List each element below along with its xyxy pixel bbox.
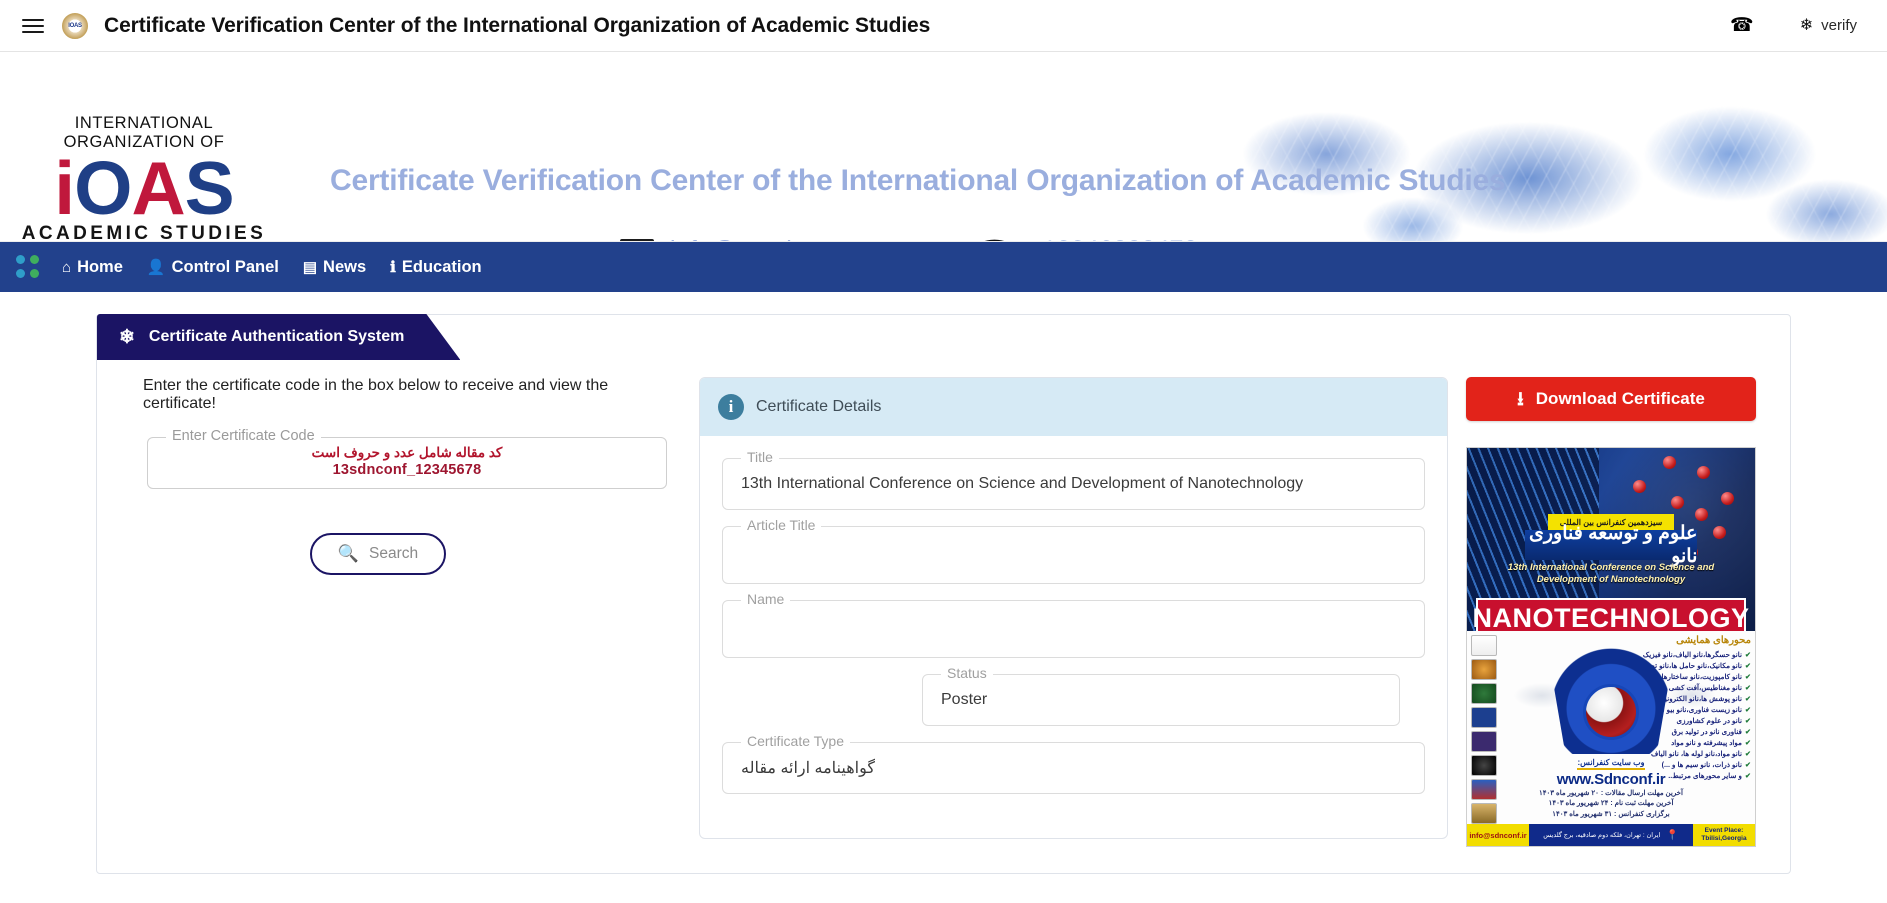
- card-tab-header: ❄ Certificate Authentication System: [97, 314, 460, 360]
- poster-blue-line: علوم و توسعه فناوری نانو: [1524, 523, 1698, 567]
- page-title: Certificate Verification Center of the I…: [104, 13, 931, 37]
- poster-deadline-papers: آخرین مهلت ارسال مقالات : ۲۰ شهریور ماه …: [1539, 789, 1683, 797]
- hamburger-icon[interactable]: [22, 15, 44, 37]
- verify-button[interactable]: ❄ verify: [1800, 17, 1857, 34]
- logo-letter-a: A: [131, 146, 185, 230]
- instruction-text: Enter the certificate code in the box be…: [143, 377, 609, 412]
- seal-icon: ❄: [1799, 16, 1814, 34]
- poster-website: وب سایت کنفرانس: www.Sdnconf.ir: [1467, 752, 1755, 788]
- poster-website-url: www.Sdnconf.ir: [1556, 771, 1666, 788]
- phone-value: +12246333470: [1028, 236, 1198, 241]
- nav-item-home[interactable]: ⌂ Home: [62, 258, 123, 277]
- poster-nanoball-graphic: [1583, 684, 1639, 740]
- search-button[interactable]: 🔍 Search: [310, 533, 446, 575]
- field-status[interactable]: Status Poster: [922, 665, 1400, 726]
- page-container: ❄ Certificate Authentication System Ente…: [0, 292, 1887, 874]
- field-title[interactable]: Title 13th International Conference on S…: [722, 449, 1425, 510]
- poster-footer-email: info@sdnconf.ir: [1467, 824, 1529, 846]
- nav-label-education: Education: [401, 257, 482, 276]
- nav-label-home: Home: [77, 257, 123, 276]
- info-icon: ℹ: [390, 258, 396, 276]
- nav-label-control-panel: Control Panel: [171, 257, 279, 276]
- verify-label: verify: [1821, 17, 1857, 34]
- ioas-logo: INTERNATIONAL ORGANIZATION OF iOAS ACADE…: [18, 114, 270, 242]
- nav-label-news: News: [323, 257, 367, 276]
- app-logo-icon: IOAS: [62, 12, 88, 39]
- details-panel-header: i Certificate Details: [700, 378, 1447, 436]
- field-name-legend: Name: [741, 591, 791, 607]
- details-panel-title: Certificate Details: [756, 398, 882, 415]
- download-certificate-button[interactable]: ⭳ Download Certificate: [1466, 377, 1756, 421]
- logo-letter-s: S: [184, 146, 235, 230]
- search-button-label: Search: [369, 545, 419, 562]
- logo-letter-o: O: [74, 146, 132, 230]
- phone-button[interactable]: ☎: [1730, 14, 1754, 37]
- sidebar-column: ⭳ Download Certificate سیزدهمین کنفرانس …: [1466, 377, 1766, 847]
- field-status-value: Poster: [941, 691, 988, 708]
- certificate-details-panel: i Certificate Details Title 13th Interna…: [699, 377, 1448, 839]
- top-bar-actions: ☎ ❄ verify: [1730, 14, 1865, 37]
- poster-deadline-registration: آخرین مهلت ثبت نام : ۲۴ شهریور ماه ۱۴۰۳: [1548, 800, 1674, 807]
- field-status-legend: Status: [941, 665, 993, 681]
- search-column: Enter the certificate code in the box be…: [121, 377, 681, 847]
- location-pin-icon: 📍: [1666, 829, 1679, 841]
- nav-item-control-panel[interactable]: 👤 Control Panel: [147, 258, 279, 277]
- certificate-code-input[interactable]: Enter Certificate Code کد مقاله شامل عدد…: [147, 428, 667, 489]
- newspaper-icon: ▤: [302, 258, 318, 276]
- email-contact[interactable]: info@cert.ioas.ac: [620, 236, 867, 241]
- certificate-code-legend: Enter Certificate Code: [166, 428, 321, 444]
- nav-item-education[interactable]: ℹ Education: [390, 258, 481, 277]
- field-certificate-type-legend: Certificate Type: [741, 733, 851, 749]
- envelope-icon: [620, 238, 654, 241]
- logo-acronym: iOAS: [18, 151, 270, 226]
- user-icon: 👤: [146, 258, 166, 276]
- phone-icon: ☎: [1730, 15, 1754, 36]
- field-name[interactable]: Name: [722, 591, 1425, 658]
- top-app-bar: IOAS Certificate Verification Center of …: [0, 0, 1887, 52]
- home-icon: ⌂: [62, 258, 72, 276]
- field-article-title[interactable]: Article Title: [722, 517, 1425, 584]
- poster-footer-address: 📍 ایران : تهران، فلکه دوم صادقیه، برج گل…: [1529, 824, 1693, 846]
- email-value: info@cert.ioas.ac: [670, 236, 867, 241]
- search-icon: 🔍: [337, 544, 360, 563]
- certificate-card: ❄ Certificate Authentication System Ente…: [96, 314, 1791, 874]
- certificate-code-hint: کد مقاله شامل عدد و حروف است: [311, 445, 503, 461]
- logo-bottom-text: ACADEMIC STUDIES: [21, 223, 267, 242]
- field-title-legend: Title: [741, 449, 779, 465]
- field-article-title-legend: Article Title: [741, 517, 822, 533]
- field-certificate-type[interactable]: Certificate Type گواهینامه ارائه مقاله: [722, 733, 1425, 794]
- field-title-value: 13th International Conference on Science…: [741, 475, 1304, 492]
- field-certificate-type-value: گواهینامه ارائه مقاله: [741, 760, 875, 777]
- certificate-seal-icon: ❄: [119, 326, 135, 348]
- nav-item-news[interactable]: ▤ News: [303, 258, 366, 277]
- card-body: Enter the certificate code in the box be…: [97, 315, 1790, 871]
- certificate-code-value: 13sdnconf_12345678: [332, 462, 482, 478]
- card-tab-title: Certificate Authentication System: [148, 328, 405, 345]
- grid-dots-icon[interactable]: [16, 255, 40, 279]
- main-navigation: ⌂ Home 👤 Control Panel ▤ News ℹ Educatio…: [0, 242, 1887, 292]
- logo-letter-i: i: [54, 146, 75, 230]
- site-banner: INTERNATIONAL ORGANIZATION OF iOAS ACADE…: [0, 52, 1887, 242]
- poster-footer-place: Event Place: Tbilisi,Georgia: [1693, 824, 1755, 846]
- banner-title: Certificate Verification Center of the I…: [330, 164, 1506, 197]
- poster-conference-date: برگزاری کنفرانس : ۳۱ شهریور ماه ۱۴۰۳: [1552, 810, 1670, 818]
- phone-icon: ☎: [977, 234, 1012, 241]
- conference-poster-image[interactable]: سیزدهمین کنفرانس بین المللی علوم و توسعه…: [1466, 447, 1756, 847]
- poster-english-line: 13th International Conference on Science…: [1507, 562, 1715, 585]
- download-icon: ⭳: [1517, 388, 1524, 410]
- download-button-label: Download Certificate: [1535, 389, 1705, 408]
- poster-deadlines: آخرین مهلت ارسال مقالات : ۲۰ شهریور ماه …: [1467, 789, 1755, 821]
- details-fields: Title 13th International Conference on S…: [700, 436, 1447, 838]
- poster-website-label: وب سایت کنفرانس:: [1577, 758, 1645, 770]
- poster-footer-bar: info@sdnconf.ir 📍 ایران : تهران، فلکه دو…: [1467, 824, 1755, 846]
- poster-footer-address-text: ایران : تهران، فلکه دوم صادقیه، برج گلدی…: [1543, 832, 1661, 839]
- info-icon: i: [718, 394, 744, 420]
- banner-contacts: info@cert.ioas.ac ☎ +12246333470: [620, 234, 1198, 241]
- phone-contact[interactable]: ☎ +12246333470: [977, 234, 1198, 241]
